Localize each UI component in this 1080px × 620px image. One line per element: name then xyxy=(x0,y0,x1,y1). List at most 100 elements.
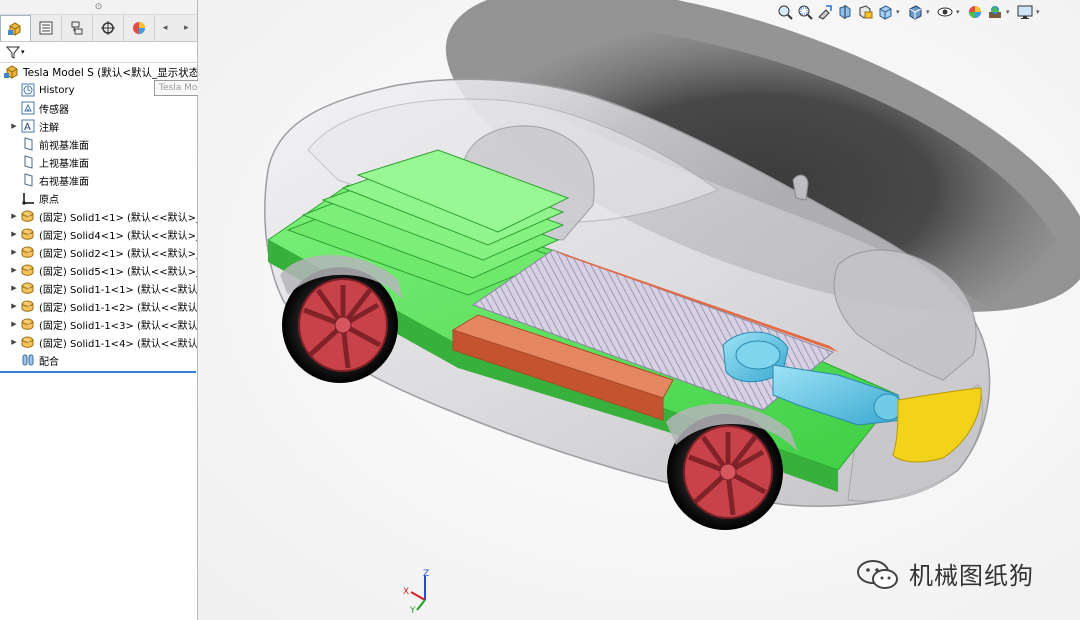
section-view-icon[interactable] xyxy=(836,3,854,21)
tabs-scroll-right-button[interactable]: ▸ xyxy=(176,15,197,41)
tree-item[interactable]: ▶ (固定) Solid1-1<2> (默认<<默认> xyxy=(0,297,197,315)
svg-text:A: A xyxy=(24,122,31,133)
part-icon xyxy=(20,317,36,331)
feature-tree-icon xyxy=(8,21,21,36)
configuration-manager-tab[interactable] xyxy=(62,15,93,41)
part-icon xyxy=(20,263,36,277)
expand-caret-icon[interactable]: ▶ xyxy=(8,338,20,346)
plane-icon xyxy=(20,173,36,187)
dropdown-arrow-icon[interactable]: ▾ xyxy=(1036,3,1044,21)
feature-tree: Tesla Model S (默认<默认_显示状态-1 History 传感器 ▶ A 注… xyxy=(0,63,197,373)
filter-dropdown-icon[interactable]: ▾ xyxy=(21,48,25,56)
expand-caret-icon[interactable]: ▶ xyxy=(8,320,20,328)
expand-caret-icon[interactable]: ▶ xyxy=(8,230,20,238)
tree-item-label: 上视基准面 xyxy=(39,158,89,170)
tree-item[interactable]: 原点 xyxy=(0,189,197,207)
tree-item[interactable]: ▶ (固定) Solid1-1<4> (默认<<默认> xyxy=(0,333,197,351)
tree-item[interactable]: 配合 xyxy=(0,351,197,369)
hide-show-items-icon[interactable] xyxy=(936,3,954,21)
zoom-to-fit-icon[interactable] xyxy=(776,3,794,21)
tree-item[interactable]: 前视基准面 xyxy=(0,135,197,153)
tree-item[interactable]: ▶ (固定) Solid1-1<3> (默认<<默认> xyxy=(0,315,197,333)
tree-item-label: 注解 xyxy=(39,122,59,134)
part-icon xyxy=(20,281,36,295)
tree-item-label: History xyxy=(39,84,75,96)
part-icon xyxy=(20,227,36,241)
tabs-scroll-left-button[interactable]: ◂ xyxy=(155,15,176,41)
tree-item[interactable]: ▶ (固定) Solid2<1> (默认<<默认>_显 xyxy=(0,243,197,261)
car-model-view[interactable] xyxy=(198,0,1080,620)
tree-end-marker xyxy=(0,371,196,373)
watermark: 机械图纸狗 xyxy=(855,556,1034,591)
zoom-to-area-icon[interactable] xyxy=(796,3,814,21)
filter-icon[interactable] xyxy=(6,45,20,59)
dropdown-arrow-icon[interactable]: ▾ xyxy=(956,3,964,21)
property-manager-tab[interactable] xyxy=(31,15,62,41)
mates-icon xyxy=(20,353,36,367)
tree-item[interactable]: 右视基准面 xyxy=(0,171,197,189)
tree-item-label: Tesla Model S (默认<默认_显示状态-1 xyxy=(23,66,197,79)
dimxpert-tab[interactable] xyxy=(93,15,124,41)
part-icon xyxy=(20,245,36,259)
tree-item-label: 右视基准面 xyxy=(39,176,89,188)
expand-caret-icon[interactable]: ▶ xyxy=(8,212,20,220)
apply-scene-icon[interactable] xyxy=(986,3,1004,21)
sensor-icon xyxy=(20,101,36,115)
edit-appearance-icon[interactable] xyxy=(966,3,984,21)
plane-icon xyxy=(20,137,36,151)
tree-item-label: (固定) Solid1-1<4> (默认<<默认> xyxy=(39,338,197,350)
filter-bar[interactable]: ▾ xyxy=(0,42,197,63)
tree-item[interactable]: ▶ A 注解 xyxy=(0,117,197,135)
root-assembly-icon xyxy=(4,65,20,79)
part-icon xyxy=(20,209,36,223)
expand-caret-icon[interactable]: ▶ xyxy=(8,284,20,292)
previous-view-icon[interactable] xyxy=(816,3,834,21)
view-settings-icon[interactable] xyxy=(1016,3,1034,21)
tree-item-label: (固定) Solid1-1<2> (默认<<默认> xyxy=(39,302,197,314)
tree-item-label: (固定) Solid1<1> (默认<<默认>_显 xyxy=(39,212,197,224)
origin-icon xyxy=(20,191,36,205)
tree-item-label: (固定) Solid1-1<3> (默认<<默认> xyxy=(39,320,197,332)
annotation-icon: A xyxy=(20,119,36,133)
heads-up-view-toolbar: ▾ ▾ ▾ ▾ ▾ xyxy=(776,2,1044,22)
graphics-viewport[interactable]: ▾ ▾ ▾ ▾ ▾ Z X Y xyxy=(198,0,1080,620)
tree-item[interactable]: ▶ (固定) Solid4<1> (默认<<默认>_显 xyxy=(0,225,197,243)
display-manager-icon xyxy=(132,22,145,34)
part-icon xyxy=(20,335,36,349)
pane-grip[interactable]: ⊙ xyxy=(0,0,197,15)
tree-item[interactable]: ▶ (固定) Solid1<1> (默认<<默认>_显 xyxy=(0,207,197,225)
display-style-icon[interactable] xyxy=(906,3,924,21)
configuration-manager-icon xyxy=(71,21,83,35)
watermark-text: 机械图纸狗 xyxy=(909,562,1034,590)
tree-item-label: 传感器 xyxy=(39,104,69,116)
display-manager-tab[interactable] xyxy=(124,15,155,41)
expand-caret-icon[interactable]: ▶ xyxy=(8,248,20,256)
triad-x-label: X xyxy=(403,587,409,597)
tree-item[interactable]: 传感器 xyxy=(0,99,197,117)
tree-item-label: 前视基准面 xyxy=(39,140,89,152)
expand-caret-icon[interactable]: ▶ xyxy=(8,302,20,310)
dimxpert-icon xyxy=(100,21,115,35)
tree-item-label: 配合 xyxy=(39,356,59,368)
property-manager-icon xyxy=(39,21,53,35)
tree-item[interactable]: 上视基准面 xyxy=(0,153,197,171)
tree-item-label: 原点 xyxy=(39,194,59,206)
part-icon xyxy=(20,299,36,313)
triad-z-label: Z xyxy=(423,569,429,579)
dynamic-annotation-icon[interactable] xyxy=(856,3,874,21)
tree-root-assembly[interactable]: Tesla Model S (默认<默认_显示状态-1 xyxy=(0,63,197,81)
feature-tree-tab[interactable] xyxy=(0,15,31,41)
dropdown-arrow-icon[interactable]: ▾ xyxy=(926,3,934,21)
tree-item[interactable]: ▶ (固定) Solid1-1<1> (默认<<默认> xyxy=(0,279,197,297)
tree-item[interactable]: ▶ (固定) Solid5<1> (默认<<默认>_显 xyxy=(0,261,197,279)
tree-item-label: (固定) Solid1-1<1> (默认<<默认> xyxy=(39,284,197,296)
view-orientation-icon[interactable] xyxy=(876,3,894,21)
wechat-icon xyxy=(857,559,898,589)
tree-item-label: (固定) Solid5<1> (默认<<默认>_显 xyxy=(39,266,197,278)
feature-manager-tabs: ◂ ▸ xyxy=(0,15,197,42)
dropdown-arrow-icon[interactable]: ▾ xyxy=(896,3,904,21)
expand-caret-icon[interactable]: ▶ xyxy=(8,122,20,130)
expand-caret-icon[interactable]: ▶ xyxy=(8,266,20,274)
triad-y-label: Y xyxy=(409,606,416,614)
dropdown-arrow-icon[interactable]: ▾ xyxy=(1006,3,1014,21)
